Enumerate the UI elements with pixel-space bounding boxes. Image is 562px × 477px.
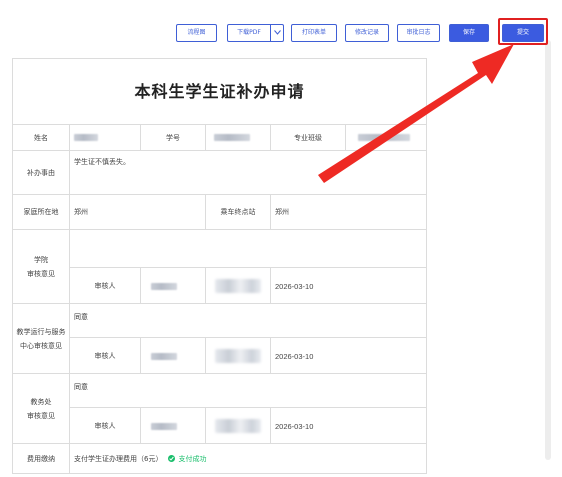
application-window: 流程图 下载PDF 打印表单 修改记录 审批日志 保存 提交 本科生学生证补办申…: [0, 0, 562, 477]
annotation-arrow: [318, 44, 514, 183]
